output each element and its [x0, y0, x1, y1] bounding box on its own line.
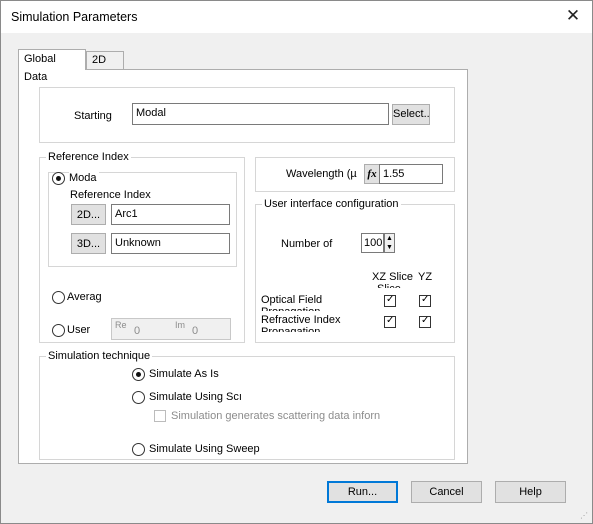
ref-2d-field[interactable]: Arc1 — [111, 204, 230, 225]
user-index-field: Re 0 Im 0 — [111, 318, 231, 340]
check-icon: ✓ — [386, 315, 395, 326]
run-button[interactable]: Run... — [327, 481, 398, 503]
number-of-label: Number of — [281, 238, 333, 250]
check-icon: ✓ — [386, 294, 395, 305]
xz-slice-subheader: Slice — [377, 283, 407, 288]
simulate-using-sc-radio[interactable] — [132, 391, 145, 404]
average-label: Averag — [67, 291, 102, 303]
simulate-as-is-label: Simulate As Is — [149, 368, 219, 380]
ui-config-group: User interface configuration Number of 1… — [255, 198, 455, 343]
reference-index-group-label: Reference Index — [46, 151, 131, 163]
average-radio[interactable] — [52, 291, 65, 304]
simulate-using-sweep-label: Simulate Using Sweep — [149, 443, 260, 455]
simulation-technique-group: Simulation technique Simulate As Is Simu… — [39, 350, 455, 460]
starting-group: Starting Modal Select.. — [39, 87, 455, 143]
close-icon[interactable]: ✕ — [560, 5, 586, 29]
simulate-using-sweep-radio[interactable] — [132, 443, 145, 456]
yz-header: YZ — [418, 271, 433, 283]
ui-config-group-label: User interface configuration — [262, 198, 401, 210]
global-data-panel: Starting Modal Select.. Reference Index … — [18, 69, 468, 464]
modal-label: Moda — [69, 172, 99, 184]
starting-label: Starting — [74, 110, 112, 122]
cancel-button[interactable]: Cancel — [411, 481, 482, 503]
check-icon: ✓ — [421, 294, 430, 305]
re-label: Re — [115, 320, 127, 330]
wavelength-label: Wavelength (µ — [286, 168, 357, 180]
optical-field-xz-checkbox[interactable]: ✓ — [384, 294, 396, 307]
refractive-index-label: Refractive Index — [261, 314, 341, 326]
spin-down-icon[interactable]: ▼ — [385, 243, 394, 252]
scattering-data-checkbox[interactable] — [154, 410, 166, 422]
function-icon[interactable]: fx — [364, 164, 380, 184]
scattering-data-label: Simulation generates scattering data inf… — [171, 410, 381, 422]
simulate-as-is-radio[interactable] — [132, 368, 145, 381]
simulation-technique-label: Simulation technique — [46, 350, 153, 362]
optical-field-label: Optical Field — [261, 294, 323, 306]
resize-grip-icon[interactable]: ⋰ — [580, 511, 590, 521]
optical-field-label2: Propagation — [261, 306, 320, 311]
user-label: User — [67, 324, 91, 336]
spin-up-icon[interactable]: ▲ — [385, 234, 394, 243]
ref-2d-button[interactable]: 2D... — [71, 204, 106, 225]
modal-subgroup: Moda Reference Index 2D... Arc1 3D... Un… — [48, 172, 237, 267]
im-label: Im — [175, 320, 185, 330]
re-value: 0 — [134, 325, 141, 337]
number-of-field[interactable]: 100 — [361, 233, 384, 253]
simulation-parameters-dialog: Simulation Parameters ✕ Global Data 2D S… — [0, 0, 593, 524]
number-of-spinner[interactable]: ▲ ▼ — [384, 233, 395, 253]
xz-slice-header: XZ Slice — [372, 271, 413, 283]
ref-3d-button[interactable]: 3D... — [71, 233, 106, 254]
reference-index-group: Reference Index Moda Reference Index 2D.… — [39, 151, 245, 343]
reference-index-sublabel: Reference Index — [70, 189, 151, 201]
simulate-using-sc-label: Simulate Using Scı — [149, 391, 242, 403]
modal-radio[interactable] — [52, 172, 65, 185]
select-button[interactable]: Select.. — [392, 104, 430, 125]
help-button[interactable]: Help — [495, 481, 566, 503]
wavelength-field[interactable]: 1.55 — [379, 164, 443, 184]
optical-field-yz-checkbox[interactable]: ✓ — [419, 294, 431, 307]
dialog-title: Simulation Parameters — [11, 10, 138, 24]
refractive-index-yz-checkbox[interactable]: ✓ — [419, 315, 431, 328]
starting-field[interactable]: Modal — [132, 103, 389, 125]
check-icon: ✓ — [421, 315, 430, 326]
tab-2d[interactable]: 2D — [86, 51, 124, 69]
user-radio[interactable] — [52, 324, 65, 337]
wavelength-group: Wavelength (µ fx 1.55 — [255, 157, 455, 192]
tab-global-data[interactable]: Global Data — [18, 49, 86, 83]
refractive-index-label2: Propagation — [261, 326, 321, 332]
title-bar: Simulation Parameters ✕ — [1, 1, 592, 33]
im-value: 0 — [192, 325, 199, 337]
ref-3d-field[interactable]: Unknown — [111, 233, 230, 254]
refractive-index-xz-checkbox[interactable]: ✓ — [384, 315, 396, 328]
